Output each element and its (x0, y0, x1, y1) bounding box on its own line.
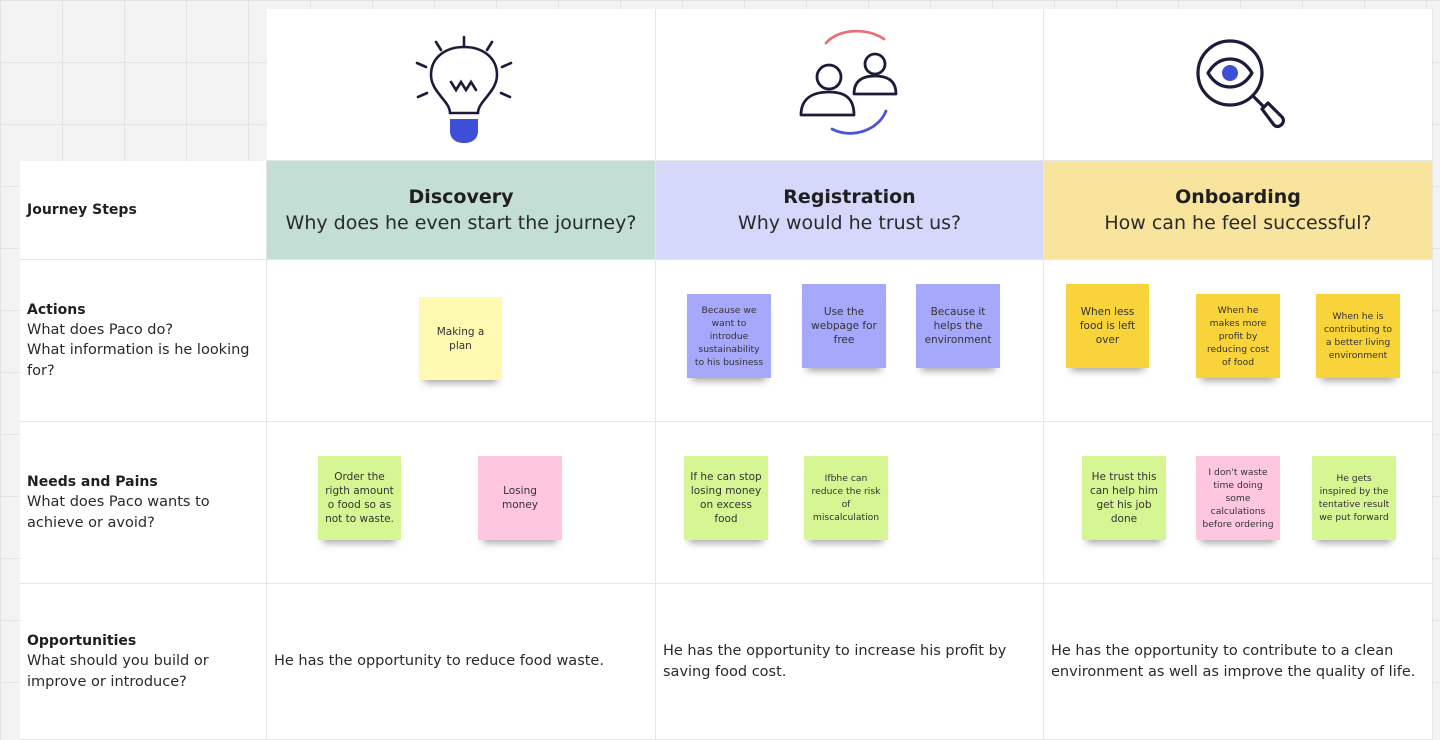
icon-cell-onboarding (1044, 9, 1433, 161)
stage-header-registration: Registration Why would he trust us? (656, 161, 1044, 260)
sticky-note[interactable]: I don't waste time doing some calculatio… (1196, 456, 1280, 540)
sticky-note[interactable]: Making a plan (419, 297, 502, 380)
opportunity-text: He has the opportunity to contribute to … (1051, 642, 1416, 680)
needs-title: Needs and Pains (27, 474, 158, 490)
magnifier-eye-icon (1196, 39, 1285, 129)
lightbulb-icon (415, 35, 513, 143)
stage-title: Onboarding (1175, 186, 1301, 208)
needs-subtitle: What does Paco wants to achieve or avoid… (27, 494, 210, 531)
opportunities-subtitle: What should you build or improve or intr… (27, 653, 209, 690)
sticky-note[interactable]: Because it helps the environment (916, 284, 1000, 368)
sticky-note[interactable]: If he can stop losing money on excess fo… (684, 456, 768, 540)
sticky-note[interactable]: When he is contributing to a better livi… (1316, 294, 1400, 378)
opportunity-cell-registration: He has the opportunity to increase his p… (656, 584, 1044, 740)
sticky-note[interactable]: Ifbhe can reduce the risk of miscalculat… (804, 456, 888, 540)
actions-title: Actions (27, 301, 86, 318)
row-label-opportunities: Opportunities What should you build or i… (20, 584, 267, 740)
journey-steps-label: Journey Steps (27, 202, 137, 218)
sticky-note[interactable]: Use the webpage for free (802, 284, 886, 368)
icon-cell-registration (656, 9, 1044, 161)
stage-subtitle: How can he feel successful? (1104, 212, 1372, 234)
row-label-journey-steps: Journey Steps (20, 161, 267, 260)
sticky-note[interactable]: When less food is left over (1066, 284, 1149, 368)
sticky-note[interactable]: Because we want to introdue sustainabili… (687, 294, 771, 378)
opportunity-cell-onboarding: He has the opportunity to contribute to … (1044, 584, 1433, 740)
stage-title: Registration (783, 186, 916, 208)
sticky-note[interactable]: He trust this can help him get his job d… (1082, 456, 1166, 540)
opportunity-text: He has the opportunity to reduce food wa… (274, 653, 604, 669)
sticky-note[interactable]: He gets inspired by the tentative result… (1312, 456, 1396, 540)
stage-subtitle: Why does he even start the journey? (285, 212, 637, 234)
sticky-note[interactable]: Order the rigth amount o food so as not … (318, 456, 401, 540)
stage-subtitle: Why would he trust us? (737, 212, 962, 234)
opportunity-text: He has the opportunity to increase his p… (663, 642, 1007, 680)
sticky-note[interactable]: Losing money (478, 456, 562, 540)
journey-map-board: Journey Steps Discovery Why does he even… (0, 0, 1440, 740)
row-label-needs: Needs and Pains What does Paco wants to … (20, 422, 267, 584)
stage-title: Discovery (408, 186, 514, 208)
stage-header-discovery: Discovery Why does he even start the jou… (267, 161, 656, 260)
actions-subtitle: What does Paco do? What information is h… (27, 321, 250, 379)
users-sync-icon (799, 29, 898, 135)
opportunity-cell-discovery: He has the opportunity to reduce food wa… (267, 584, 656, 740)
icon-cell-discovery (267, 9, 656, 161)
stage-header-onboarding: Onboarding How can he feel successful? (1044, 161, 1433, 260)
sticky-note[interactable]: When he makes more profit by reducing co… (1196, 294, 1280, 378)
row-label-actions: Actions What does Paco do? What informat… (20, 260, 267, 422)
opportunities-title: Opportunities (27, 633, 137, 649)
